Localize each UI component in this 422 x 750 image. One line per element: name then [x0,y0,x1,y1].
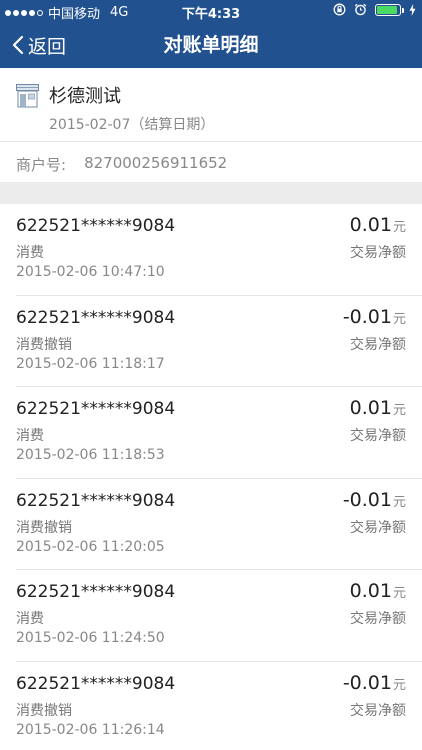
transaction-amount: 0.01元 [350,214,406,236]
amount-value: -0.01 [342,488,392,511]
amount-value: 0.01 [349,397,392,420]
transaction-row[interactable]: 622521******9084 消费 2015-02-06 10:47:10 0.0… [16,204,422,296]
card-number: 622521******9084 [16,582,176,603]
top-bar: 中国移动 4G 下午4:33 返回 对账单明细 [0,0,422,68]
transaction-row[interactable]: 622521******9084 消费 2015-02-06 11:18:53 0.0… [16,387,422,479]
transaction-amount: -0.01元 [343,672,406,694]
card-number: 622521******9084 [16,216,176,236]
amount-unit: 元 [392,403,406,419]
transaction-time: 2015-02-06 10:47:10 [16,264,165,280]
battery-icon [375,3,404,16]
amount-unit: 元 [392,677,406,693]
transaction-time: 2015-02-06 11:24:50 [16,630,165,647]
transaction-time: 2015-02-06 11:26:14 [16,721,165,738]
transaction-row[interactable]: 622521******9084 消费撤销 2015-02-06 11:26:14 -… [16,662,422,750]
card-number: 622521******9084 [16,673,176,694]
amount-label: 交易净额 [350,702,406,719]
amount-value: 0.01 [349,214,392,236]
amount-value: -0.01 [342,671,392,694]
transaction-time: 2015-02-06 11:18:53 [16,447,165,464]
transaction-time: 2015-02-06 11:20:05 [16,538,165,555]
amount-unit: 元 [392,220,406,235]
settlement-date: 2015-02-07（结算日期） [49,117,215,133]
merchant-id-label: 商户号: [16,156,67,174]
transaction-type: 消费撤销 [16,519,72,536]
transaction-row[interactable]: 622521******9084 消费 2015-02-06 11:24:50 0.0… [16,570,422,662]
card-number: 622521******9084 [16,307,176,328]
store-icon [16,84,39,108]
merchant-name: 杉德测试 [49,86,121,107]
status-bar: 中国移动 4G 下午4:33 [0,0,422,22]
amount-label: 交易净额 [350,519,406,536]
divider [0,141,422,142]
card-number: 622521******9084 [16,399,176,420]
card-number: 622521******9084 [16,490,176,511]
transaction-amount: -0.01元 [343,306,406,328]
transaction-row[interactable]: 622521******9084 消费撤销 2015-02-06 11:20:05 -… [16,479,422,571]
page-title: 对账单明细 [163,34,259,56]
merchant-id: 商户号: 827000256911652 [16,154,227,175]
rotation-lock-icon [333,3,346,16]
amount-unit: 元 [392,586,406,602]
transaction-row[interactable]: 622521******9084 消费撤销 2015-02-06 11:18:17 -… [16,296,422,388]
amount-unit: 元 [392,311,406,327]
transaction-amount: -0.01元 [343,489,406,511]
transaction-type: 消费撤销 [16,702,72,719]
transaction-type: 消费 [16,245,44,261]
section-divider [0,182,422,204]
merchant-header: 杉德测试 [16,84,121,110]
charging-icon [409,3,416,16]
amount-label: 交易净额 [350,611,406,628]
transaction-list: 622521******9084 消费 2015-02-06 10:47:10 0.0… [0,204,422,750]
transaction-type: 消费 [16,428,44,445]
transaction-time: 2015-02-06 11:18:17 [16,355,165,372]
transaction-amount: 0.01元 [350,580,406,602]
transaction-amount: 0.01元 [350,397,406,419]
alarm-icon [354,3,367,16]
battery-level [377,5,397,14]
navigation-bar: 返回 对账单明细 [0,22,422,68]
status-right [333,3,416,16]
amount-label: 交易净额 [350,428,406,445]
amount-label: 交易净额 [350,245,406,261]
amount-value: 0.01 [349,580,392,603]
merchant-info: 杉德测试 2015-02-07（结算日期） 商户号: 8270002569116… [0,68,422,182]
amount-value: -0.01 [342,305,392,328]
amount-unit: 元 [392,494,406,510]
transaction-type: 消费 [16,611,44,628]
transaction-type: 消费撤销 [16,336,72,353]
amount-label: 交易净额 [350,336,406,353]
merchant-id-value: 827000256911652 [84,154,228,172]
